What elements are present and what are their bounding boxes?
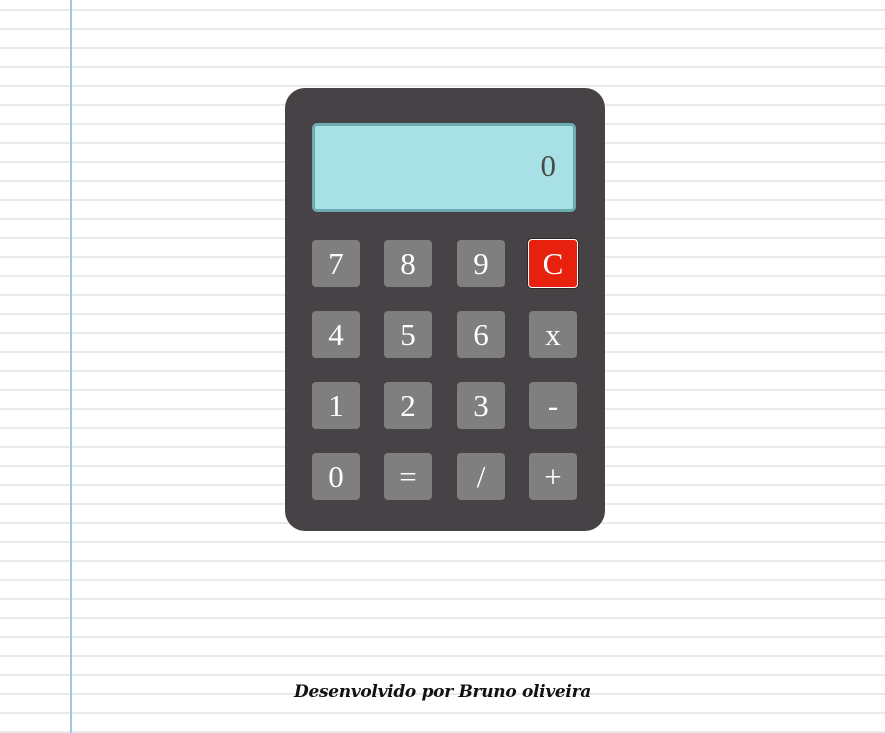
key-1[interactable]: 1 [312, 382, 360, 429]
key-0[interactable]: 0 [312, 453, 360, 500]
notebook-margin-line [70, 0, 72, 733]
key-6[interactable]: 6 [457, 311, 505, 358]
calculator: 0 7 8 9 C 4 5 6 x 1 2 3 - 0 = / + [285, 88, 605, 531]
divide-button[interactable]: / [457, 453, 505, 500]
key-4[interactable]: 4 [312, 311, 360, 358]
key-7[interactable]: 7 [312, 240, 360, 287]
key-3[interactable]: 3 [457, 382, 505, 429]
key-9[interactable]: 9 [457, 240, 505, 287]
key-8[interactable]: 8 [384, 240, 432, 287]
calculator-display: 0 [312, 123, 576, 212]
clear-button[interactable]: C [528, 239, 578, 288]
multiply-button[interactable]: x [529, 311, 577, 358]
display-value: 0 [540, 148, 557, 183]
key-2[interactable]: 2 [384, 382, 432, 429]
footer-credit: Desenvolvido por Bruno oliveira [294, 682, 591, 702]
subtract-button[interactable]: - [529, 382, 577, 429]
equals-button[interactable]: = [384, 453, 432, 500]
key-5[interactable]: 5 [384, 311, 432, 358]
add-button[interactable]: + [529, 453, 577, 500]
